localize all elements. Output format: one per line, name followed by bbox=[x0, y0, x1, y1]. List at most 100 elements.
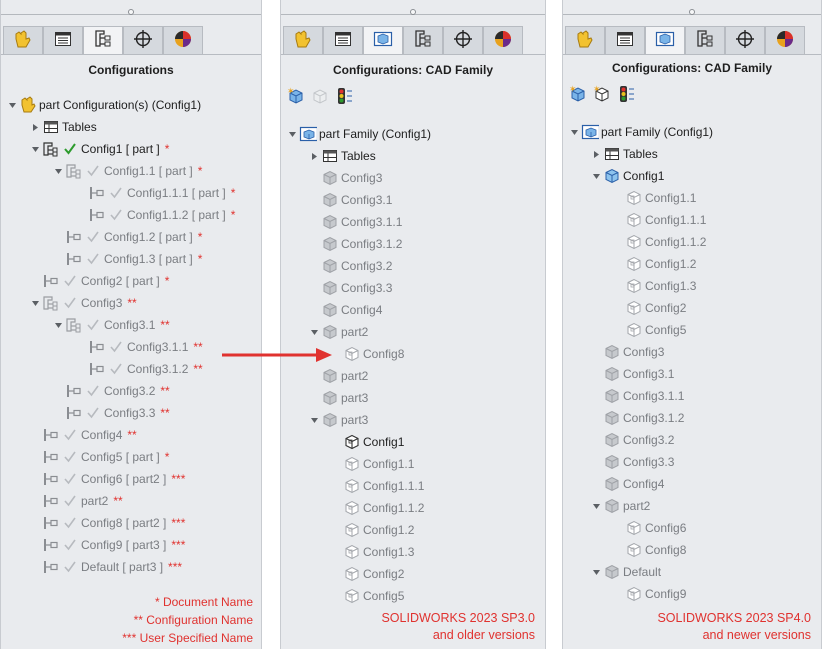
tree-node[interactable]: Config1.1 bbox=[329, 454, 414, 474]
tree-node[interactable]: Config3.3 bbox=[307, 278, 392, 298]
expand-arrow-icon[interactable] bbox=[307, 146, 321, 166]
add-derived-button[interactable]: ✶ bbox=[285, 86, 307, 108]
tree-node[interactable]: Config1.1.2 bbox=[329, 498, 424, 518]
expand-arrow-icon[interactable] bbox=[28, 117, 42, 137]
traffic-light-button[interactable] bbox=[615, 84, 637, 106]
tab-feature-manager[interactable] bbox=[565, 26, 605, 54]
tree-node[interactable]: Config3 ** bbox=[28, 293, 137, 313]
tree-node[interactable]: Config3.2 bbox=[589, 430, 674, 450]
tree-node[interactable]: Config3.1 bbox=[589, 364, 674, 384]
tree-node[interactable]: Config1.2 bbox=[611, 254, 696, 274]
tree-node[interactable]: Default [ part3 ] *** bbox=[28, 557, 182, 577]
tree-node[interactable]: Config1.3 bbox=[611, 276, 696, 296]
tree-node[interactable]: Config3.1.1 bbox=[307, 212, 402, 232]
tree-node[interactable]: Tables bbox=[28, 117, 97, 137]
tree-node[interactable]: Config1.3 [ part ] * bbox=[51, 249, 202, 269]
tab-display-manager[interactable] bbox=[483, 26, 523, 54]
collapse-arrow-icon[interactable] bbox=[51, 315, 65, 335]
tree-node[interactable]: Config8 bbox=[611, 540, 686, 560]
tree-node[interactable]: Config1.1 [ part ] * bbox=[51, 161, 202, 181]
tab-family-manager[interactable] bbox=[645, 26, 685, 54]
tree-node[interactable]: Config4 ** bbox=[28, 425, 137, 445]
tree-node[interactable]: Config1.1.2 bbox=[611, 232, 706, 252]
tab-family-manager[interactable] bbox=[363, 26, 403, 54]
tab-dimxpert[interactable] bbox=[443, 26, 483, 54]
tree-node[interactable]: Config1.2 bbox=[329, 520, 414, 540]
tree-node[interactable]: Config3.1 ** bbox=[51, 315, 170, 335]
tree-node[interactable]: Config3 bbox=[589, 342, 664, 362]
tree-node[interactable]: Config1 bbox=[329, 432, 404, 452]
tree-node[interactable]: part Family (Config1) bbox=[285, 124, 431, 144]
tree-node[interactable]: Config5 [ part ] * bbox=[28, 447, 169, 467]
tree-node[interactable]: Config1.1.1 [ part ] * bbox=[74, 183, 235, 203]
traffic-light-button[interactable] bbox=[333, 86, 355, 108]
expand-arrow-icon[interactable] bbox=[589, 144, 603, 164]
tree-node[interactable]: Tables bbox=[307, 146, 376, 166]
tree-node[interactable]: Config3.1.2 bbox=[307, 234, 402, 254]
tree-node[interactable]: part3 bbox=[307, 410, 368, 430]
collapse-arrow-icon[interactable] bbox=[285, 124, 299, 144]
collapse-arrow-icon[interactable] bbox=[28, 139, 42, 159]
tab-configuration-manager[interactable] bbox=[685, 26, 725, 54]
collapse-arrow-icon[interactable] bbox=[307, 410, 321, 430]
panel-splitter[interactable] bbox=[563, 0, 821, 26]
tab-display-manager[interactable] bbox=[765, 26, 805, 54]
tab-configuration-manager[interactable] bbox=[403, 26, 443, 54]
tree-node[interactable]: Config4 bbox=[307, 300, 382, 320]
tree-node[interactable]: part2 bbox=[307, 322, 368, 342]
tab-dimxpert[interactable] bbox=[123, 26, 163, 54]
tree-node[interactable]: Config3 bbox=[307, 168, 382, 188]
tab-configuration-manager[interactable] bbox=[83, 26, 123, 54]
tree-node[interactable]: part Configuration(s) (Config1) bbox=[5, 95, 201, 115]
collapse-arrow-icon[interactable] bbox=[307, 322, 321, 342]
tree-node[interactable]: Config6 [ part2 ] *** bbox=[28, 469, 185, 489]
tree-node[interactable]: Config1.1.2 [ part ] * bbox=[74, 205, 235, 225]
tree-node[interactable]: Config3.2 ** bbox=[51, 381, 170, 401]
tree-node[interactable]: part2 bbox=[589, 496, 650, 516]
collapse-arrow-icon[interactable] bbox=[567, 122, 581, 142]
tree-node[interactable]: Config1.1 bbox=[611, 188, 696, 208]
tab-display-manager[interactable] bbox=[163, 26, 203, 54]
tree-node[interactable]: Config3.3 bbox=[589, 452, 674, 472]
tree-node[interactable]: Config9 bbox=[611, 584, 686, 604]
tab-property-manager[interactable] bbox=[323, 26, 363, 54]
tree-node[interactable]: Config2 bbox=[611, 298, 686, 318]
tree-node[interactable]: part2 bbox=[307, 366, 368, 386]
tree-node[interactable]: part Family (Config1) bbox=[567, 122, 713, 142]
tree-node[interactable]: Config1 [ part ] * bbox=[28, 139, 169, 159]
cube-disabled-button[interactable] bbox=[309, 86, 331, 108]
tab-feature-manager[interactable] bbox=[3, 26, 43, 54]
tree-node[interactable]: Config2 [ part ] * bbox=[28, 271, 169, 291]
add-derived-button[interactable]: ✶ bbox=[567, 84, 589, 106]
collapse-arrow-icon[interactable] bbox=[5, 95, 19, 115]
tree-node[interactable]: Default bbox=[589, 562, 661, 582]
tree-node[interactable]: Config6 bbox=[611, 518, 686, 538]
tree-node[interactable]: Config1.2 [ part ] * bbox=[51, 227, 202, 247]
tree-node[interactable]: Config3.1.2 ** bbox=[74, 359, 203, 379]
collapse-arrow-icon[interactable] bbox=[589, 166, 603, 186]
tab-feature-manager[interactable] bbox=[283, 26, 323, 54]
tree-node[interactable]: Config3.1.2 bbox=[589, 408, 684, 428]
tree-node[interactable]: Config3.1.1 ** bbox=[74, 337, 203, 357]
tree-node[interactable]: Config1.1.1 bbox=[611, 210, 706, 230]
tree-node[interactable]: Config8 [ part2 ] *** bbox=[28, 513, 185, 533]
panel-splitter[interactable] bbox=[281, 0, 545, 26]
tree-node[interactable]: Config1.3 bbox=[329, 542, 414, 562]
tree-node[interactable]: Config1.1.1 bbox=[329, 476, 424, 496]
tree-node[interactable]: Config4 bbox=[589, 474, 664, 494]
tab-property-manager[interactable] bbox=[43, 26, 83, 54]
tree-node[interactable]: part3 bbox=[307, 388, 368, 408]
tree-node[interactable]: Config5 bbox=[611, 320, 686, 340]
tree-node[interactable]: Config3.1.1 bbox=[589, 386, 684, 406]
tree-node[interactable]: Config3.2 bbox=[307, 256, 392, 276]
collapse-arrow-icon[interactable] bbox=[28, 293, 42, 313]
tree-node[interactable]: Config2 bbox=[329, 564, 404, 584]
tab-dimxpert[interactable] bbox=[725, 26, 765, 54]
collapse-arrow-icon[interactable] bbox=[589, 496, 603, 516]
tab-property-manager[interactable] bbox=[605, 26, 645, 54]
tree-node[interactable]: Tables bbox=[589, 144, 658, 164]
tree-node[interactable]: Config3.3 ** bbox=[51, 403, 170, 423]
collapse-arrow-icon[interactable] bbox=[589, 562, 603, 582]
tree-node[interactable]: Config1 bbox=[589, 166, 664, 186]
tree-node[interactable]: part2 ** bbox=[28, 491, 123, 511]
